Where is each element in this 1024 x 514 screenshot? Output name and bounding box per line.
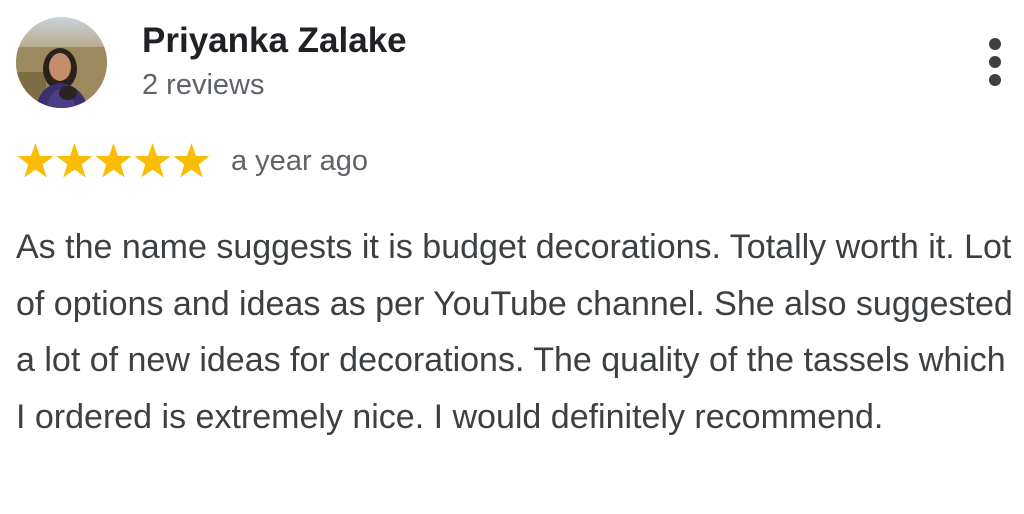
reviewer-avatar[interactable] xyxy=(16,17,107,108)
review-text: As the name suggests it is budget decora… xyxy=(16,228,1013,436)
rating-row: a year ago xyxy=(16,142,368,180)
star-icon xyxy=(17,143,54,178)
star-icon xyxy=(95,143,132,178)
review-count: 2 reviews xyxy=(142,69,265,101)
star-icon xyxy=(56,143,93,178)
more-vert-icon-dot xyxy=(989,56,1001,68)
reviewer-name[interactable]: Priyanka Zalake xyxy=(142,20,407,62)
star-icon xyxy=(173,143,210,178)
more-options-button[interactable] xyxy=(978,36,1014,88)
more-vert-icon-dot xyxy=(989,74,1001,86)
star-rating xyxy=(16,142,211,180)
more-vert-icon-dot xyxy=(989,38,1001,50)
review-date: a year ago xyxy=(231,145,369,177)
star-icon xyxy=(134,143,171,178)
review-card: Priyanka Zalake 2 reviews a year ago As … xyxy=(0,0,1024,514)
avatar-photo xyxy=(16,17,107,108)
